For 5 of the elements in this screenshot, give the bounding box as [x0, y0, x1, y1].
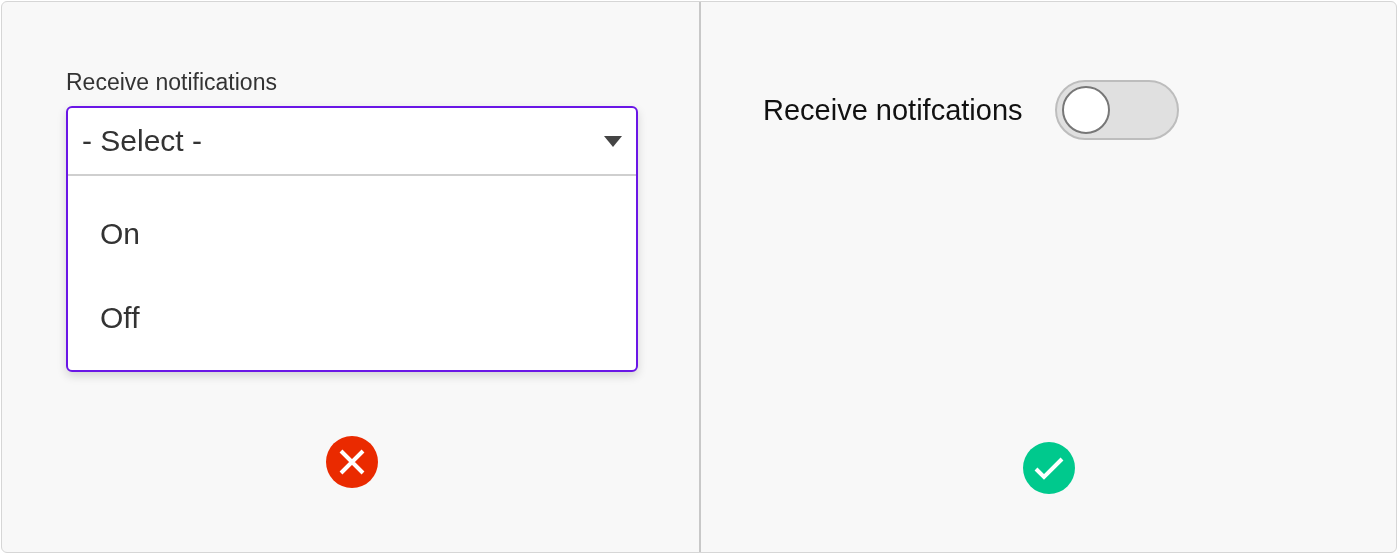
select-field[interactable]: - Select -	[68, 108, 636, 176]
caret-icon	[604, 135, 622, 147]
switch-label: Receive notifcations	[763, 93, 1023, 127]
toggle-switch[interactable]	[1054, 80, 1179, 140]
field-label: Receive notifications	[66, 68, 277, 96]
